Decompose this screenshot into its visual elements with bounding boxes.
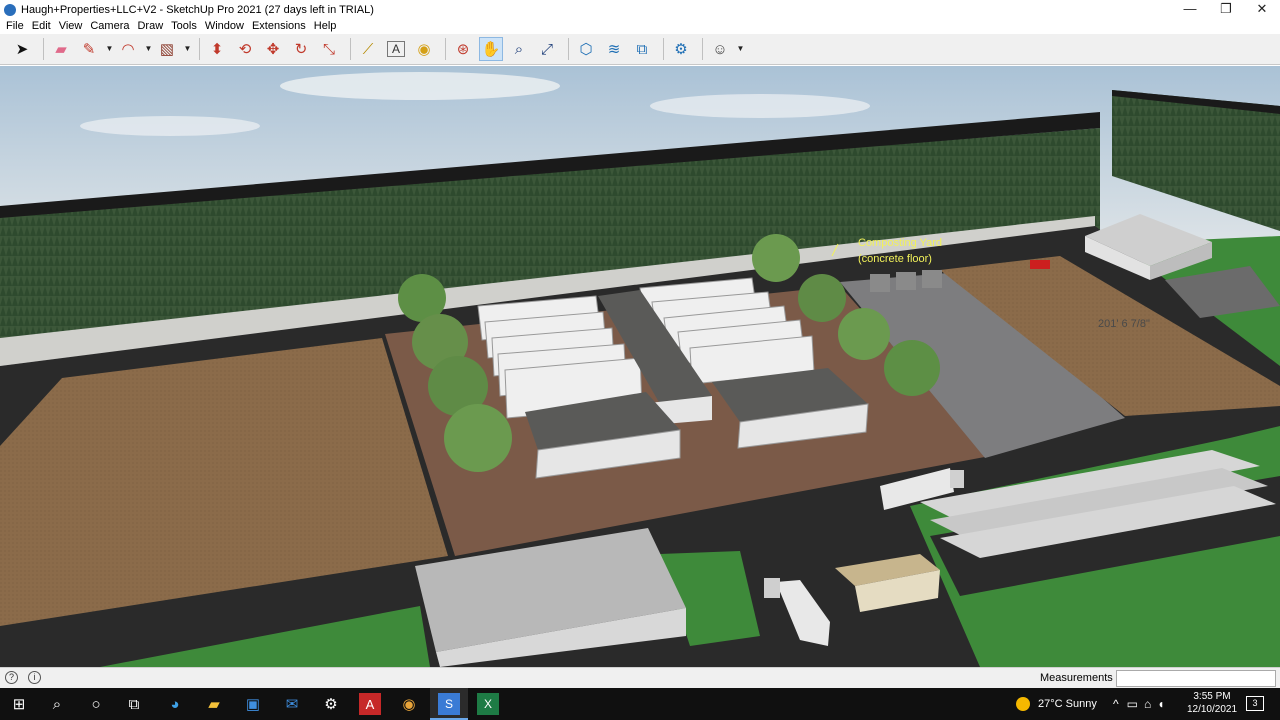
toolbar-separator bbox=[663, 38, 664, 60]
push-pull-icon[interactable]: ⬍ bbox=[205, 37, 229, 61]
menu-help[interactable]: Help bbox=[308, 19, 337, 34]
account-dropdown-caret-icon[interactable]: ▼ bbox=[736, 37, 745, 61]
settings-icon[interactable]: ⚙ bbox=[320, 693, 342, 715]
clock[interactable]: 3:55 PM 12/10/2021 bbox=[1182, 690, 1242, 716]
title-bar: Haugh+Properties+LLC+V2 - SketchUp Pro 2… bbox=[0, 0, 1280, 19]
edge-icon[interactable]: ◕ bbox=[164, 693, 186, 715]
clock-date: 12/10/2021 bbox=[1186, 704, 1238, 715]
annotation-concrete-floor: (concrete floor) bbox=[858, 253, 932, 265]
3d-warehouse-icon[interactable]: ⬡ bbox=[574, 37, 598, 61]
main-toolbar: ➤ ▰ ✎ ▼ ◠ ▼ ▧ ▼ ⬍ ⟲ ✥ ↻ ⤡ ⟋ A ◉ ⊛ ✋ ⌕ ⤢ … bbox=[0, 34, 1280, 65]
menu-camera[interactable]: Camera bbox=[84, 19, 129, 34]
toolbar-separator bbox=[445, 38, 446, 60]
store-icon[interactable]: ▣ bbox=[242, 693, 264, 715]
close-button[interactable]: ✕ bbox=[1244, 0, 1280, 19]
file-explorer-icon[interactable]: ▰ bbox=[203, 693, 225, 715]
arc-dropdown-caret-icon[interactable]: ▼ bbox=[144, 37, 153, 61]
scale-icon[interactable]: ⤡ bbox=[317, 37, 341, 61]
sketchup-icon[interactable]: S bbox=[438, 693, 460, 715]
toolbar-separator bbox=[350, 38, 351, 60]
extension-manager-icon[interactable]: ⚙ bbox=[669, 37, 693, 61]
arc-icon[interactable]: ◠ bbox=[116, 37, 140, 61]
select-arrow-icon[interactable]: ➤ bbox=[10, 37, 34, 61]
cloud bbox=[80, 116, 260, 136]
menu-window[interactable]: Window bbox=[199, 19, 244, 34]
orbit-icon[interactable]: ⊛ bbox=[451, 37, 475, 61]
scene-canvas: Composting Yard (concrete floor) 201' 6 … bbox=[0, 66, 1280, 667]
rectangle-icon[interactable]: ▧ bbox=[155, 37, 179, 61]
magnifier-icon[interactable]: ⌕ bbox=[507, 37, 531, 61]
minimize-button[interactable]: — bbox=[1172, 0, 1208, 19]
toolbar-separator bbox=[199, 38, 200, 60]
toolbar-separator bbox=[702, 38, 703, 60]
volume-icon[interactable]: ◖ bbox=[1157, 697, 1164, 711]
clock-time: 3:55 PM bbox=[1193, 691, 1231, 702]
mail-icon[interactable]: ✉ bbox=[281, 693, 303, 715]
text-icon[interactable]: A bbox=[387, 41, 405, 57]
sketchup-app-icon bbox=[4, 3, 16, 16]
menu-extensions[interactable]: Extensions bbox=[246, 19, 306, 34]
chevron-up-icon[interactable]: ^ bbox=[1113, 697, 1119, 711]
search-icon[interactable]: ⌕ bbox=[46, 693, 68, 715]
eraser-icon[interactable]: ▰ bbox=[49, 37, 73, 61]
excel-icon[interactable]: X bbox=[477, 693, 499, 715]
cloud bbox=[650, 94, 870, 118]
cortana-icon[interactable]: ○ bbox=[85, 693, 107, 715]
user-account-icon[interactable]: ☺ bbox=[708, 37, 732, 61]
extension-warehouse-icon[interactable]: ≋ bbox=[602, 37, 626, 61]
device-icon[interactable]: ▭ bbox=[1127, 697, 1138, 711]
zoom-extents-icon[interactable]: ⤢ bbox=[535, 37, 559, 61]
measurements-label: Measurements bbox=[1040, 672, 1113, 684]
status-bar: ? i Measurements bbox=[0, 667, 1280, 688]
paint-bucket-icon[interactable]: ◉ bbox=[412, 37, 436, 61]
hand-pan-icon[interactable]: ✋ bbox=[479, 37, 503, 61]
restore-button[interactable]: ❐ bbox=[1208, 0, 1244, 19]
info-icon[interactable]: i bbox=[28, 671, 41, 684]
measurements-input[interactable] bbox=[1116, 670, 1276, 687]
cloud bbox=[280, 72, 560, 100]
pencil-icon[interactable]: ✎ bbox=[77, 37, 101, 61]
windows-taskbar: ⊞ ⌕ ○ ⧉ ◕ ▰ ▣ ✉ ⚙ A ◉ S X 27°C Sunny ^ ▭… bbox=[0, 688, 1280, 720]
notification-count: 3 bbox=[1252, 698, 1258, 708]
menu-file[interactable]: File bbox=[0, 19, 24, 34]
weather-widget[interactable]: 27°C Sunny bbox=[1016, 688, 1097, 720]
window-title: Haugh+Properties+LLC+V2 - SketchUp Pro 2… bbox=[21, 3, 374, 16]
system-tray[interactable]: ^ ▭ ⌂ ◖ bbox=[1113, 688, 1164, 720]
red-vehicle bbox=[1030, 260, 1050, 269]
menu-tools[interactable]: Tools bbox=[165, 19, 197, 34]
move-icon[interactable]: ✥ bbox=[261, 37, 285, 61]
menu-draw[interactable]: Draw bbox=[131, 19, 163, 34]
task-view-icon[interactable]: ⧉ bbox=[123, 693, 145, 715]
tape-measure-icon[interactable]: ⟋ bbox=[356, 37, 380, 61]
shape-dropdown-caret-icon[interactable]: ▼ bbox=[183, 37, 192, 61]
sun-icon bbox=[1016, 697, 1030, 711]
menu-view[interactable]: View bbox=[53, 19, 83, 34]
weather-text: 27°C Sunny bbox=[1038, 698, 1097, 710]
network-icon[interactable]: ⌂ bbox=[1144, 697, 1151, 711]
windows-start-icon[interactable]: ⊞ bbox=[8, 693, 30, 715]
acrobat-icon[interactable]: A bbox=[359, 693, 381, 715]
rotate-icon[interactable]: ↻ bbox=[289, 37, 313, 61]
toolbar-separator bbox=[568, 38, 569, 60]
model-viewport[interactable]: Composting Yard (concrete floor) 201' 6 … bbox=[0, 66, 1280, 667]
menu-edit[interactable]: Edit bbox=[26, 19, 51, 34]
line-dropdown-caret-icon[interactable]: ▼ bbox=[105, 37, 114, 61]
offset-icon[interactable]: ⟲ bbox=[233, 37, 257, 61]
annotation-composting-yard: Composting Yard bbox=[858, 237, 942, 249]
chrome-icon[interactable]: ◉ bbox=[398, 693, 420, 715]
dimension-label: 201' 6 7/8" bbox=[1098, 318, 1150, 330]
layout-icon[interactable]: ⧉ bbox=[630, 37, 654, 61]
menu-bar: File Edit View Camera Draw Tools Window … bbox=[0, 19, 1280, 34]
geo-location-icon[interactable]: ? bbox=[5, 671, 18, 684]
toolbar-separator bbox=[43, 38, 44, 60]
notification-icon[interactable]: 3 bbox=[1246, 696, 1264, 711]
